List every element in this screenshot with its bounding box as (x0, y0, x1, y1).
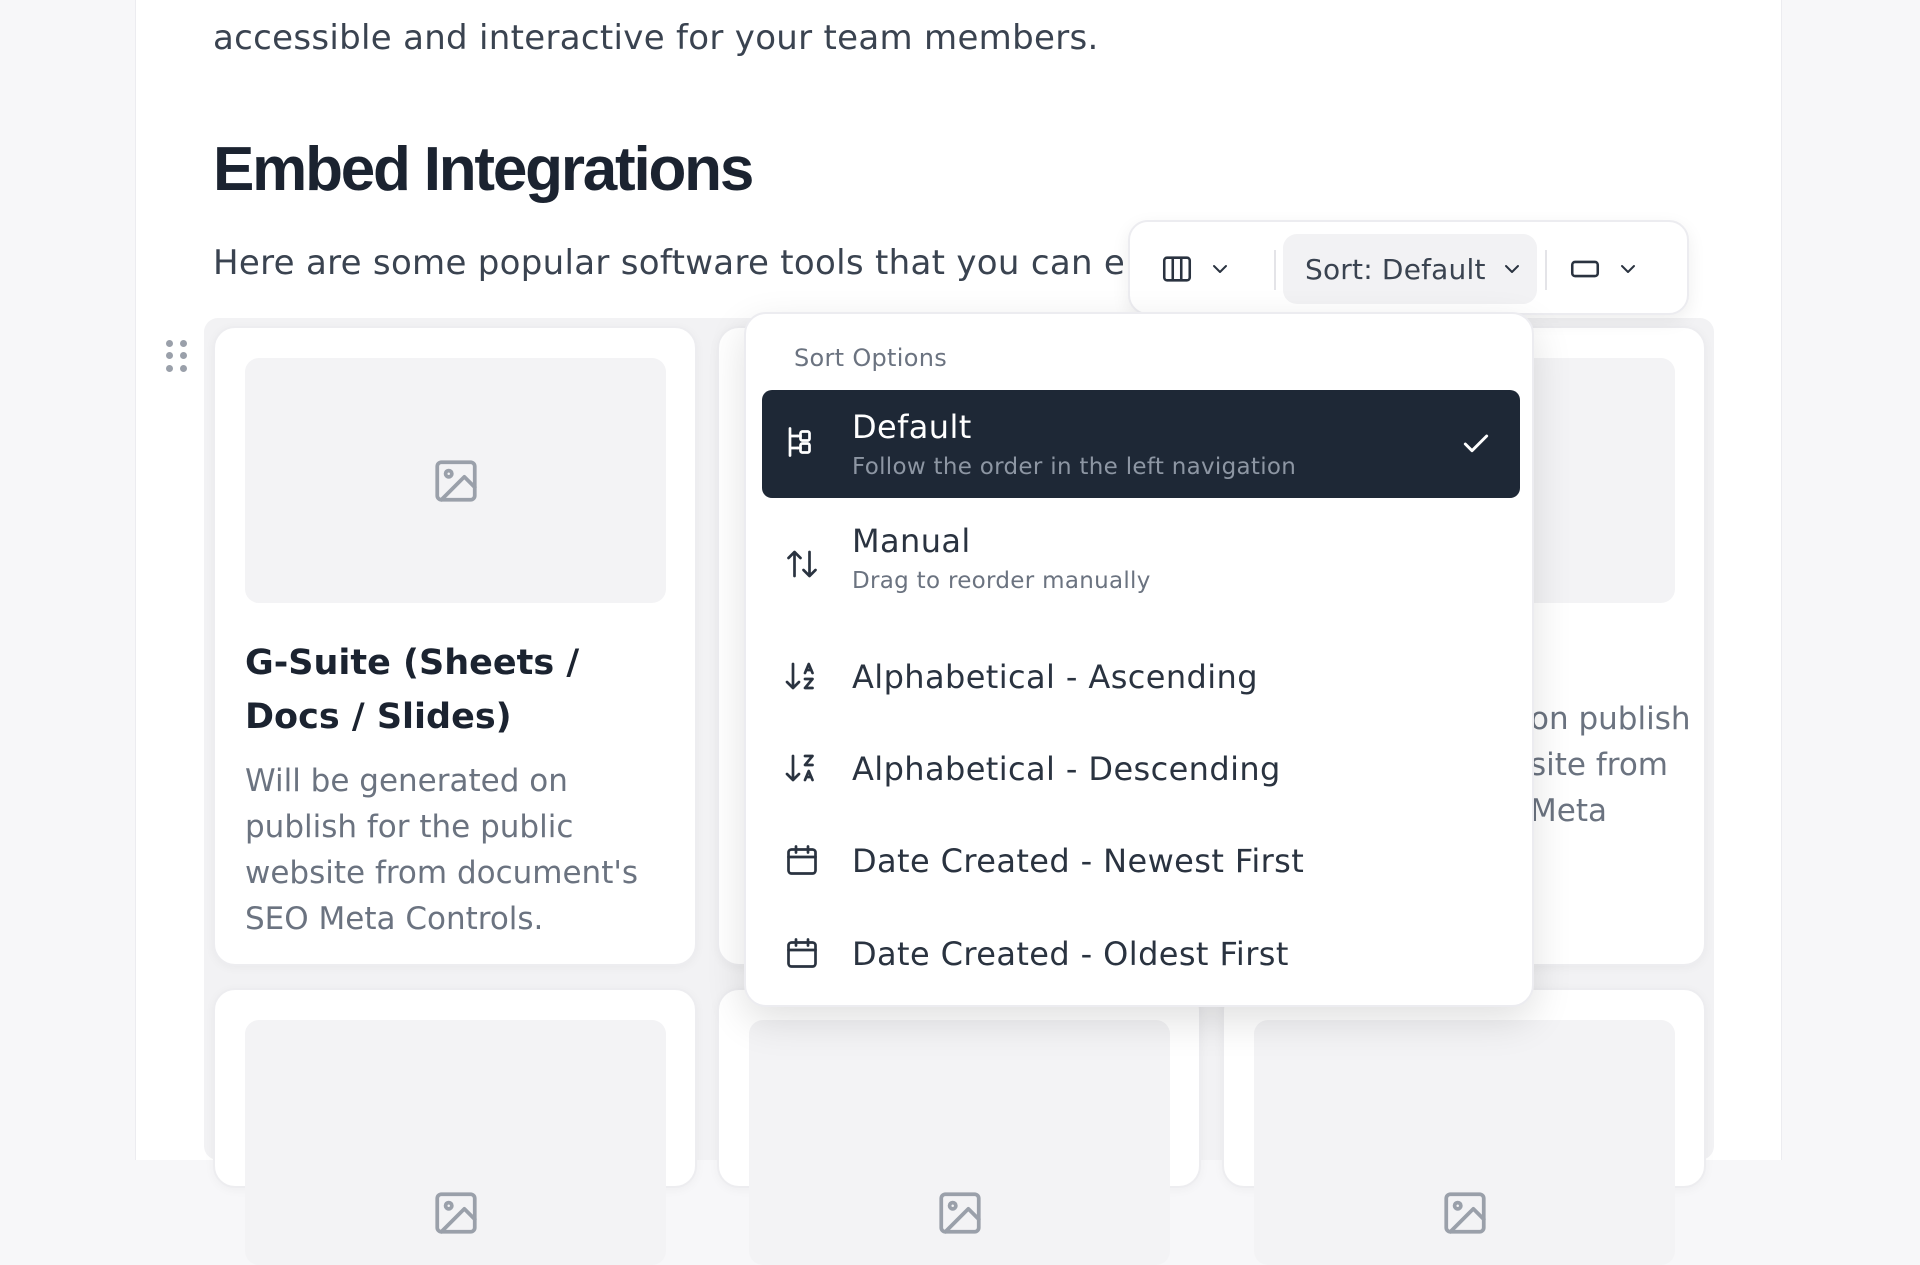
card-description: Will be generated on publish for the pub… (245, 763, 639, 937)
sort-options-menu: Sort Options Default Follow the order in… (744, 312, 1534, 1007)
columns-icon (1162, 256, 1192, 282)
sort-option-label: Alphabetical - Ascending (852, 658, 1258, 696)
card-thumbnail (245, 358, 666, 603)
intro-paragraph-tail: accessible and interactive for your team… (213, 18, 1099, 58)
sort-option-label: Date Created - Newest First (852, 842, 1305, 880)
section-description: Here are some popular software tools tha… (213, 243, 1133, 283)
sort-option-label: Default (852, 408, 972, 446)
sort-button-label: Sort: Default (1305, 252, 1486, 286)
sort-menu-header: Sort Options (794, 344, 948, 372)
sort-option-sublabel: Follow the order in the left navigation (852, 454, 1297, 480)
integration-card[interactable]: G-Suite (Sheets / Docs / Slides) Will be… (213, 326, 697, 966)
sort-option-alpha-desc[interactable]: Alphabetical - Descending (762, 730, 1520, 810)
sort-option-label: Manual (852, 522, 971, 560)
checkmark-icon (1463, 434, 1489, 453)
sort-option-label: Date Created - Oldest First (852, 935, 1289, 973)
calendar-icon (787, 938, 817, 968)
card-width-dropdown-button[interactable] (1568, 234, 1658, 304)
integration-card[interactable] (213, 988, 697, 1265)
calendar-icon (787, 845, 817, 875)
block-drag-handle[interactable] (166, 340, 190, 372)
columns-dropdown-button[interactable] (1160, 234, 1250, 304)
chevron-down-icon (1621, 265, 1635, 273)
image-placeholder-icon (1443, 1191, 1486, 1234)
integration-card[interactable] (1222, 988, 1706, 1265)
card-title: G-Suite (Sheets / Docs / Slides) (245, 643, 580, 737)
sort-option-alpha-asc[interactable]: Alphabetical - Ascending (762, 638, 1520, 718)
sort-option-date-newest[interactable]: Date Created - Newest First (762, 822, 1520, 902)
card-width-icon (1570, 260, 1600, 278)
sort-option-default[interactable]: Default Follow the order in the left nav… (762, 390, 1520, 498)
sort-option-sublabel: Drag to reorder manually (852, 568, 1151, 594)
card-thumbnail (749, 1020, 1170, 1265)
tree-order-icon (788, 427, 811, 457)
sort-dropdown-button[interactable]: Sort: Default (1283, 234, 1537, 304)
section-title: Embed Integrations (213, 135, 754, 204)
toolbar-divider (1545, 250, 1547, 290)
sort-option-manual[interactable]: Manual Drag to reorder manually (762, 514, 1520, 614)
image-placeholder-icon (938, 1191, 981, 1234)
card-thumbnail (1254, 1020, 1675, 1265)
chevron-down-icon (1504, 265, 1519, 273)
sort-az-icon (785, 662, 814, 690)
image-placeholder-icon (434, 1191, 477, 1234)
sort-za-icon (785, 754, 814, 782)
chevron-down-icon (1213, 265, 1227, 273)
toolbar-divider (1274, 250, 1276, 290)
card-description-partial: on publish site from Meta (1530, 701, 1691, 829)
embed-block-toolbar: Sort: Default (1128, 220, 1689, 315)
card-thumbnail (245, 1020, 666, 1265)
arrows-up-down-icon (787, 550, 817, 578)
sort-option-label: Alphabetical - Descending (852, 750, 1281, 788)
image-placeholder-icon (434, 459, 477, 502)
sort-option-date-oldest[interactable]: Date Created - Oldest First (762, 915, 1520, 995)
integration-card[interactable] (717, 988, 1201, 1265)
